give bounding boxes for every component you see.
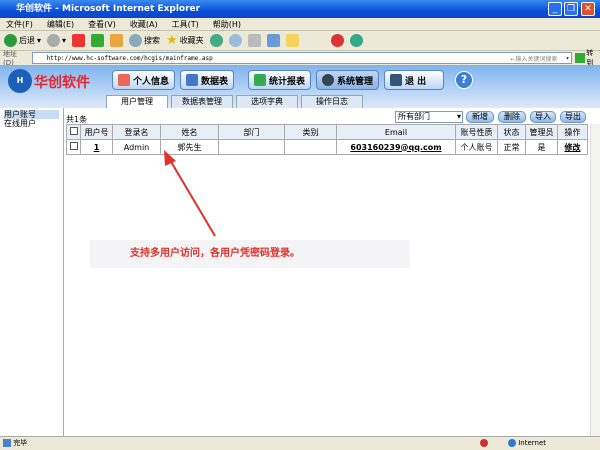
- privacy-icon: [480, 439, 488, 447]
- status-text: 完毕: [13, 439, 28, 447]
- status-bar: 完毕 Internet: [0, 436, 600, 450]
- globe-icon: [508, 439, 516, 447]
- zone-indicator: Internet: [508, 437, 546, 450]
- zone-text: Internet: [518, 439, 547, 447]
- page-icon: [3, 439, 11, 447]
- arrow-line: [169, 159, 216, 237]
- annotation-arrow: [164, 150, 216, 237]
- arrow-head: [164, 150, 176, 166]
